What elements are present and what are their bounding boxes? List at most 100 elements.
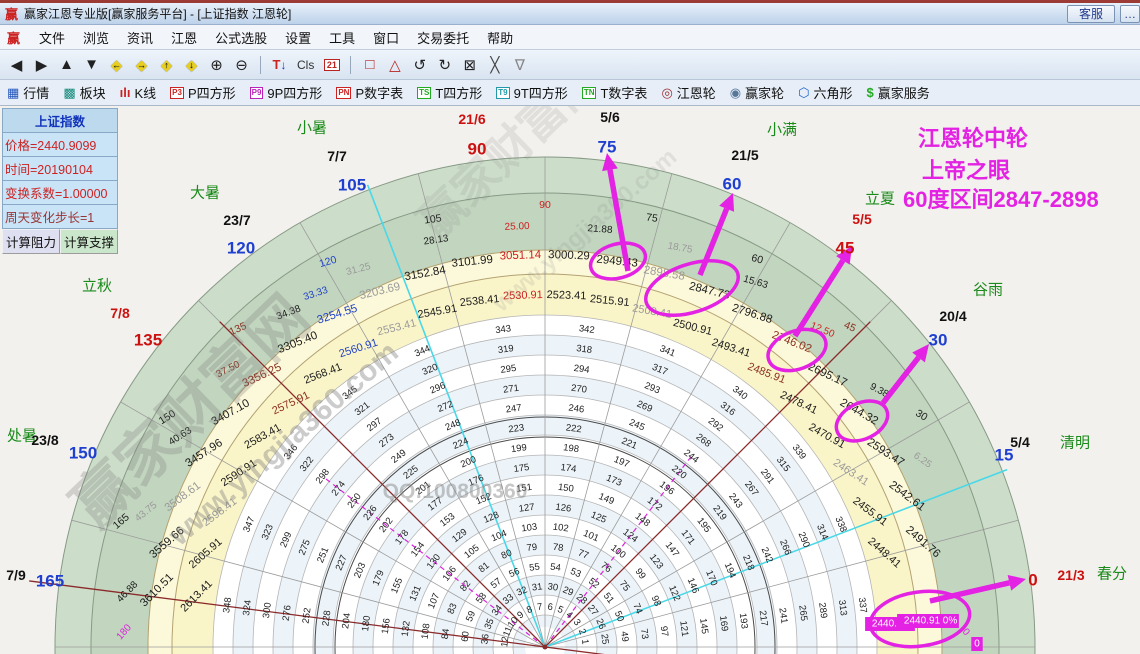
window-title: 赢家江恩专业版[赢家服务平台] - [上证指数 江恩轮] (24, 7, 292, 21)
step-up-icon[interactable]: ◆ ↑ (154, 53, 179, 76)
nav-right-icon[interactable]: ▶ (29, 53, 54, 76)
toolbar-separator (260, 55, 261, 74)
svg-text:247: 247 (505, 403, 522, 416)
tab-sectors[interactable]: ▩ 板块 (56, 80, 112, 105)
svg-text:30: 30 (547, 581, 559, 593)
svg-text:252: 252 (301, 607, 314, 624)
tab-kline-label: K线 (134, 86, 157, 101)
svg-text:49: 49 (618, 631, 630, 643)
step-left-icon[interactable]: ◆ ← (104, 53, 129, 76)
degree-label: 45 (836, 239, 855, 258)
step-down-icon[interactable]: ◆ ↓ (179, 53, 204, 76)
tab-kline[interactable]: ılı K线 (113, 80, 164, 105)
menu-item-窗口[interactable]: 窗口 (364, 26, 408, 49)
step-right-icon[interactable]: ◆ → (129, 53, 154, 76)
t-down-icon[interactable]: T ↓ (267, 53, 292, 76)
svg-text:0: 0 (974, 639, 980, 650)
degree-label: 135 (134, 331, 162, 350)
menu-item-文件[interactable]: 文件 (30, 26, 74, 49)
tab-t-square-icon: TS (417, 86, 432, 99)
tab-winner-service-icon: $ (866, 85, 874, 100)
tab-winner-wheel-label: 赢家轮 (745, 86, 785, 101)
solar-term-label: 大暑 (190, 185, 220, 202)
nav-down-icon[interactable]: ▼ (79, 53, 104, 76)
panel-row: 时间=20190104 (2, 157, 118, 181)
tab-9t-square-label: 9T四方形 (513, 86, 568, 101)
svg-text:337: 337 (856, 597, 869, 614)
menu-item-帮助[interactable]: 帮助 (478, 26, 522, 49)
menu-item-公式选股[interactable]: 公式选股 (206, 26, 276, 49)
solar-term-label: 谷雨 (973, 282, 1003, 299)
degree-label: 15 (995, 446, 1014, 465)
svg-text:102: 102 (552, 522, 569, 535)
rotate-cw-icon[interactable]: ↻ (432, 53, 457, 76)
tab-quotes[interactable]: ▦ 行情 (0, 80, 56, 105)
menu-item-浏览[interactable]: 浏览 (74, 26, 118, 49)
rotate-ccw-icon[interactable]: ↺ (407, 53, 432, 76)
svg-text:127: 127 (518, 502, 535, 515)
svg-text:25: 25 (598, 633, 610, 645)
zoom-out-icon[interactable]: ⊖ (229, 53, 254, 76)
tab-p-square-icon: P3 (170, 86, 184, 99)
svg-text:25.00: 25.00 (504, 221, 530, 233)
tab-p-square[interactable]: P3 P四方形 (163, 80, 242, 105)
tab-hexagon[interactable]: ⬡ 六角形 (791, 80, 859, 105)
nav-left-icon[interactable]: ◀ (4, 53, 29, 76)
annotation-text: 上帝之眼 (922, 158, 1010, 183)
svg-text:193: 193 (737, 612, 750, 629)
degree-label: 75 (598, 138, 617, 157)
degree-label: 30 (929, 331, 948, 350)
nav-up-icon[interactable]: ▲ (54, 53, 79, 76)
titlebar-button-partial[interactable]: … (1120, 4, 1140, 23)
annotation-text: 江恩轮中轮 (918, 126, 1028, 151)
square-tool-icon[interactable]: □ (357, 53, 382, 76)
panel-row: 周天变化步长=1 (2, 205, 118, 229)
date-label: 21/6 (458, 111, 485, 127)
menu-item-工具[interactable]: 工具 (320, 26, 364, 49)
calendar-icon[interactable]: 21 (319, 53, 344, 76)
panel-button-计算支撑[interactable]: 计算支撑 (60, 229, 118, 254)
tab-9p-square[interactable]: P9 9P四方形 (243, 80, 330, 105)
tab-kline-icon: ılı (119, 85, 131, 100)
panel-row: 价格=2440.9099 (2, 133, 118, 157)
menu-item-设置[interactable]: 设置 (276, 26, 320, 49)
menu-item-交易委托[interactable]: 交易委托 (408, 26, 478, 49)
titlebar-button-客服[interactable]: 客服 (1066, 4, 1115, 23)
panel-button-计算阻力[interactable]: 计算阻力 (2, 229, 60, 254)
svg-text:60: 60 (460, 631, 472, 643)
tab-gann-wheel[interactable]: ◎ 江恩轮 (654, 80, 722, 105)
svg-text:55: 55 (529, 562, 541, 574)
tab-winner-service[interactable]: $ 赢家服务 (860, 80, 937, 105)
svg-text:126: 126 (555, 502, 572, 515)
annotation-text: 60度区间2847-2898 (903, 187, 1099, 212)
titlebar-buttons: 客服 … (1062, 4, 1140, 23)
tab-winner-wheel[interactable]: ◉ 赢家轮 (723, 80, 791, 105)
menu-item-资讯[interactable]: 资讯 (118, 26, 162, 49)
app-logo-icon: 赢 (5, 7, 19, 22)
degree-label: 90 (468, 140, 487, 159)
tab-t-square-label: T四方形 (435, 86, 483, 101)
watermark: QQ:100800360 (383, 480, 528, 503)
menu-item-江恩[interactable]: 江恩 (162, 26, 206, 49)
clear-tool-icon[interactable]: ∇ (507, 53, 532, 76)
cross-tool-icon[interactable]: ╳ (482, 53, 507, 76)
title-bar: 赢 赢家江恩专业版[赢家服务平台] - [上证指数 江恩轮] 客服 … (0, 0, 1140, 25)
zoom-in-icon[interactable]: ⊕ (204, 53, 229, 76)
panel-row: 变换系数=1.00000 (2, 181, 118, 205)
svg-text:90: 90 (539, 199, 551, 211)
solar-term-label: 春分 (1097, 566, 1127, 583)
svg-text:78: 78 (552, 542, 564, 554)
tab-p-table[interactable]: PN P数字表 (329, 80, 410, 105)
tab-t-table[interactable]: TN T数字表 (575, 80, 655, 105)
triangle-tool-icon[interactable]: △ (382, 53, 407, 76)
svg-text:108: 108 (420, 623, 433, 640)
solar-term-label: 小满 (767, 122, 797, 139)
svg-text:75: 75 (645, 211, 658, 224)
tab-sectors-icon: ▩ (63, 84, 76, 100)
tab-t-square[interactable]: TS T四方形 (410, 80, 489, 105)
cls-icon[interactable]: Cls (292, 53, 319, 76)
svg-text:79: 79 (526, 542, 538, 554)
date-label: 21/3 (1057, 567, 1084, 583)
tab-9t-square[interactable]: T9 9T四方形 (489, 80, 575, 105)
maximize-box-icon[interactable]: ⊠ (457, 53, 482, 76)
